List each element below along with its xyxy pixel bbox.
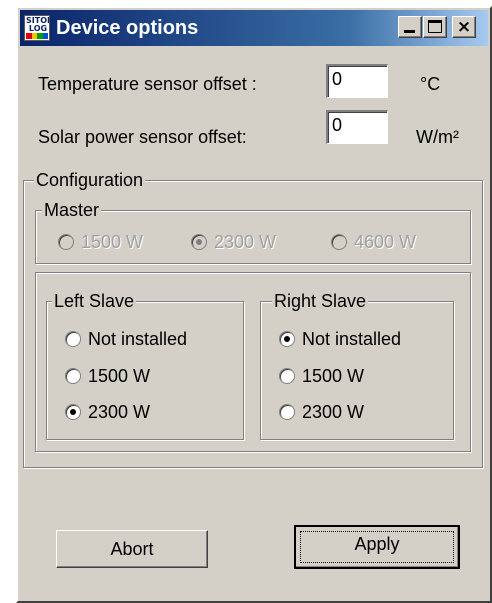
master-option-1500w: 1500 W [58, 231, 143, 253]
minimize-icon [404, 30, 415, 33]
close-button[interactable]: × [452, 16, 476, 38]
radio-icon [58, 234, 74, 250]
left-slave-1500w[interactable]: 1500 W [65, 365, 150, 387]
solar-unit-label: W/m² [416, 127, 459, 147]
sitop-log-app-icon[interactable]: SITOP LOG [24, 15, 50, 41]
temperature-offset-label: Temperature sensor offset : [38, 74, 257, 94]
left-slave-group-label: Left Slave [52, 290, 137, 312]
title-bar[interactable]: SITOP LOG Device options × [20, 10, 488, 46]
maximize-icon [428, 20, 442, 33]
master-group-label: Master [42, 199, 102, 221]
window-title: Device options [56, 17, 199, 39]
left-slave-not-installed[interactable]: Not installed [65, 328, 187, 350]
right-slave-group-label: Right Slave [272, 290, 369, 312]
master-option-2300w: 2300 W [191, 231, 276, 253]
radio-selected-icon [65, 404, 81, 420]
radio-icon [331, 234, 347, 250]
radio-selected-icon [191, 234, 207, 250]
right-slave-1500w[interactable]: 1500 W [279, 365, 364, 387]
radio-icon [279, 368, 295, 384]
abort-button[interactable]: Abort [56, 530, 208, 568]
radio-icon [65, 368, 81, 384]
minimize-button[interactable] [398, 16, 422, 38]
master-option-4600w: 4600 W [331, 231, 416, 253]
right-slave-2300w[interactable]: 2300 W [279, 401, 364, 423]
radio-selected-icon [279, 331, 295, 347]
close-icon: × [456, 17, 472, 37]
solar-offset-field[interactable]: 0 [326, 110, 388, 144]
radio-icon [65, 331, 81, 347]
temperature-offset-field[interactable]: 0 [326, 64, 388, 98]
temperature-unit-label: °C [420, 74, 441, 94]
apply-button[interactable]: Apply [294, 525, 460, 569]
right-slave-not-installed[interactable]: Not installed [279, 328, 401, 350]
maximize-button[interactable] [423, 16, 447, 38]
solar-offset-label: Solar power sensor offset: [38, 127, 247, 147]
left-slave-2300w[interactable]: 2300 W [65, 401, 150, 423]
radio-icon [279, 404, 295, 420]
configuration-group-label: Configuration [34, 169, 146, 191]
device-options-window: SITOP LOG Device options × Temperature s… [16, 6, 492, 603]
